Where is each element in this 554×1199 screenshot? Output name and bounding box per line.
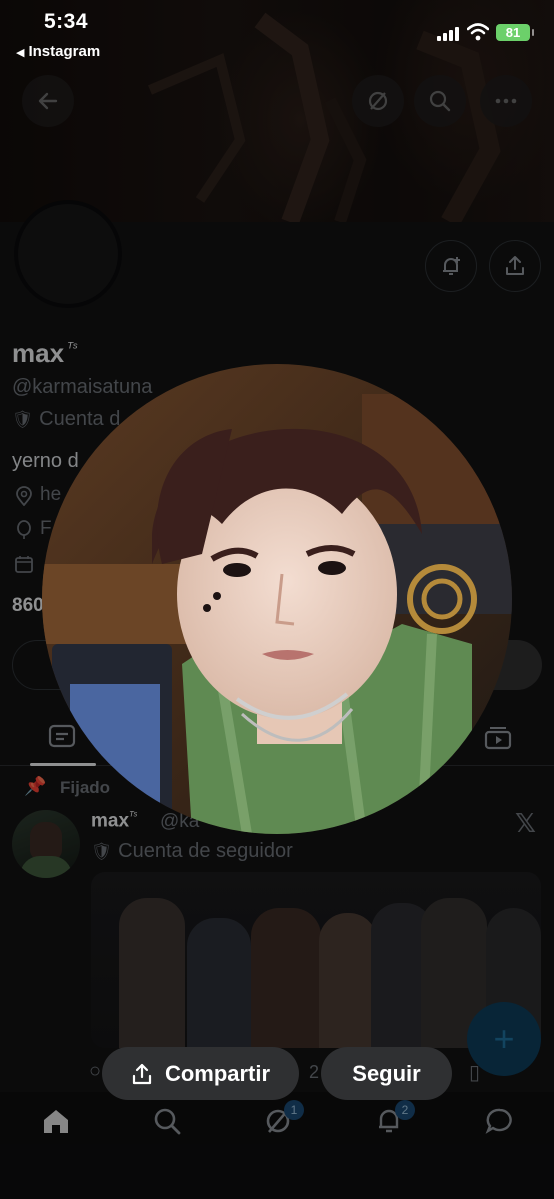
status-time: 5:34: [44, 10, 89, 33]
back-to-app-link[interactable]: ◀ Instagram: [16, 43, 100, 60]
profile-photo-image: [42, 364, 512, 834]
battery-indicator: 81: [496, 24, 534, 41]
upload-share-icon: [132, 1063, 152, 1084]
share-button-label: Compartir: [164, 1060, 271, 1086]
share-button[interactable]: Compartir: [102, 1047, 299, 1100]
back-app-label: Instagram: [28, 43, 101, 60]
follow-button[interactable]: Seguir: [321, 1047, 452, 1100]
wifi-icon: [467, 23, 489, 41]
enlarged-profile-photo: [42, 364, 512, 834]
follow-button-label: Seguir: [352, 1060, 421, 1086]
back-triangle-icon: ◀: [16, 47, 25, 59]
status-bar: 5:34 ◀ Instagram 81: [0, 0, 554, 70]
battery-level: 81: [505, 25, 521, 40]
cellular-signal-icon: [437, 27, 459, 41]
